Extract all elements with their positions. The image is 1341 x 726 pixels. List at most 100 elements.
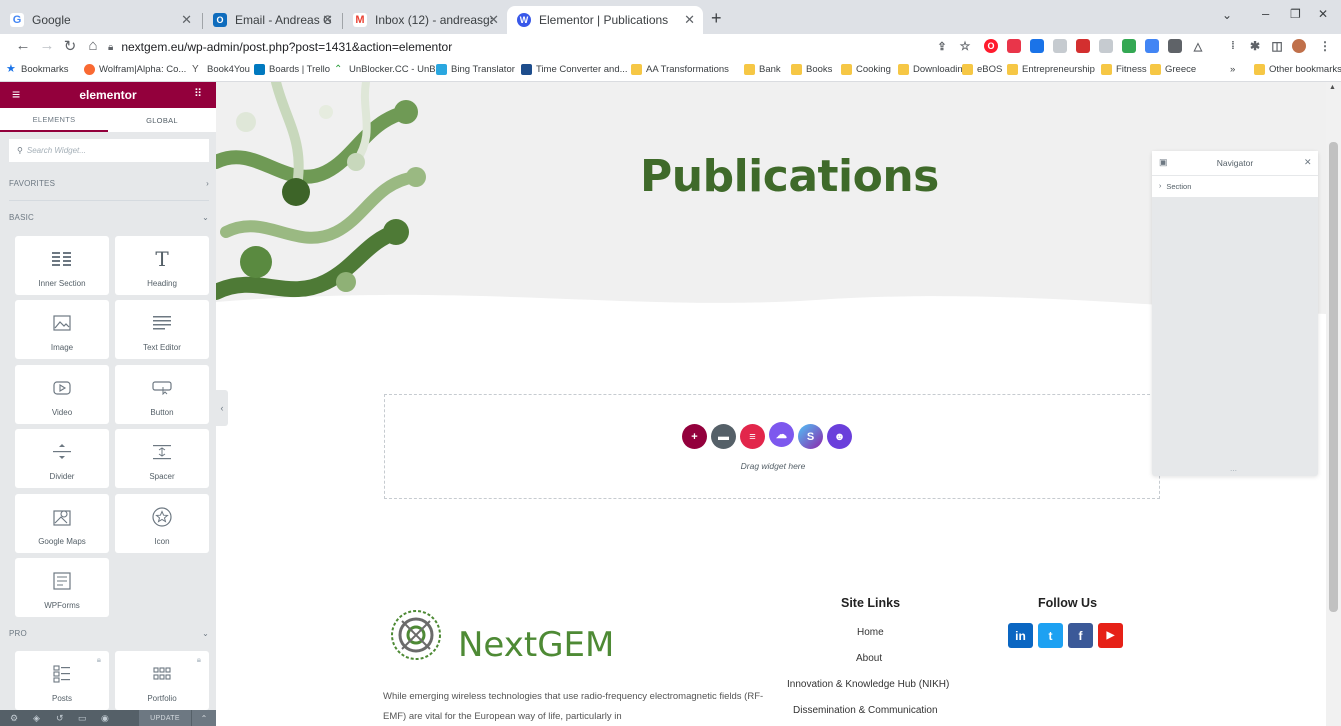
collapse-all-icon[interactable]: ▣ (1159, 157, 1168, 168)
back-arrow-icon[interactable]: ← (14, 37, 32, 54)
widget-spacer[interactable]: Spacer (115, 429, 209, 488)
history-icon[interactable]: ↺ (56, 713, 64, 724)
happy-addons-button[interactable]: ☻ (827, 424, 852, 449)
puzzle-icon[interactable]: ✱ (1248, 39, 1262, 53)
extension-icon[interactable] (1030, 39, 1044, 53)
chevron-up-icon[interactable]: ⌃ (192, 710, 216, 726)
layers-icon[interactable]: ◈ (33, 713, 40, 724)
scroll-up-arrow-icon[interactable]: ▲ (1329, 84, 1336, 91)
bookmark-folder[interactable]: Bank (744, 64, 781, 75)
footer-link-dissemination[interactable]: Dissemination & Communication (793, 705, 938, 716)
navigator-header[interactable]: ▣ Navigator ✕ (1152, 151, 1318, 175)
responsive-icon[interactable]: ▭ (78, 713, 87, 724)
tab-gmail[interactable]: M Inbox (12) - andreasgavrielides4 ✕ (343, 6, 507, 34)
close-tab-icon[interactable]: ✕ (684, 12, 695, 28)
extension-icon[interactable] (1145, 39, 1159, 53)
bookmark-folder[interactable]: Books (791, 64, 832, 75)
forward-arrow-icon[interactable]: → (38, 37, 56, 54)
search-input[interactable]: ⚲ Search Widget... (9, 139, 209, 162)
widget-portfolio[interactable]: 🔒︎ Portfolio (115, 651, 209, 710)
bookmarks-manager[interactable]: ★ Bookmarks (6, 64, 69, 76)
footer-link-about[interactable]: About (856, 653, 882, 664)
drop-zone[interactable]: + ▬ ≡ ☁ S ☻ Drag widget here (384, 394, 1160, 499)
drive-extension-icon[interactable]: △ (1191, 39, 1205, 53)
widget-text-editor[interactable]: Text Editor (115, 300, 209, 359)
widget-button[interactable]: Button (115, 365, 209, 424)
tab-google[interactable]: G Google ✕ (0, 6, 200, 34)
page-scrollbar[interactable]: ▲ (1326, 82, 1341, 726)
tab-global[interactable]: GLOBAL (108, 108, 216, 132)
starter-templates-button[interactable]: S (798, 424, 823, 449)
address-bar[interactable]: 🔒︎ nextgem.eu/wp-admin/post.php?post=143… (108, 37, 928, 57)
facebook-icon[interactable]: f (1068, 623, 1093, 648)
share-icon[interactable]: ⇪ (935, 39, 949, 53)
bookmark-folder[interactable]: eBOS (962, 64, 1002, 75)
preview-eye-icon[interactable]: ◉ (101, 713, 109, 724)
widgets-grid-icon[interactable]: ⠿ (194, 87, 202, 100)
cloud-templates-button[interactable]: ☁ (769, 422, 794, 447)
collapse-panel-handle[interactable]: ‹ (216, 390, 228, 426)
widget-posts[interactable]: 🔒︎ Posts (15, 651, 109, 710)
bookmark-bing-translator[interactable]: Bing Translator (436, 64, 515, 75)
youtube-icon[interactable]: ▶ (1098, 623, 1123, 648)
category-basic[interactable]: BASIC ⌄ (9, 207, 209, 227)
home-icon[interactable]: ⌂ (84, 37, 102, 54)
opera-extension-icon[interactable]: O (984, 39, 998, 53)
page-title[interactable]: Publications (640, 151, 939, 202)
close-tab-icon[interactable]: ✕ (488, 12, 499, 28)
navigator-item-section[interactable]: › Section (1152, 175, 1318, 197)
bookmark-unblocker[interactable]: ⌃ UnBlocker.CC - UnB... (334, 64, 444, 75)
widget-google-maps[interactable]: Google Maps (15, 494, 109, 553)
settings-gear-icon[interactable]: ⚙ (10, 713, 18, 724)
reload-icon[interactable]: ↻ (61, 37, 79, 55)
extension-icon[interactable] (1099, 39, 1113, 53)
bookmark-folder[interactable]: AA Transformations (631, 64, 729, 75)
tab-elements[interactable]: ELEMENTS (0, 108, 108, 132)
resize-handle[interactable]: ⋯ (1230, 467, 1237, 475)
bookmark-wolfram[interactable]: Wolfram|Alpha: Co... (84, 64, 186, 75)
extension-icon[interactable] (1168, 39, 1182, 53)
bookmark-book4you[interactable]: Y Book4You (192, 64, 250, 75)
restore-button[interactable]: ❐ (1290, 7, 1301, 21)
close-window-button[interactable]: ✕ (1318, 7, 1328, 21)
tab-outlook[interactable]: O Email - Andreas Gavrielides - Out ✕ (203, 6, 341, 34)
bookmark-time-converter[interactable]: Time Converter and... (521, 64, 628, 75)
footer-link-home[interactable]: Home (857, 627, 884, 638)
twitter-icon[interactable]: t (1038, 623, 1063, 648)
bookmark-folder[interactable]: Downloading (898, 64, 968, 75)
close-tab-icon[interactable]: ✕ (322, 12, 333, 28)
bookmark-folder[interactable]: Greece (1150, 64, 1196, 75)
profile-avatar[interactable] (1292, 39, 1306, 53)
add-section-button[interactable]: + (682, 424, 707, 449)
evernote-extension-icon[interactable] (1122, 39, 1136, 53)
widget-divider[interactable]: Divider (15, 429, 109, 488)
bookmark-folder[interactable]: Entrepreneurship (1007, 64, 1095, 75)
tab-elementor[interactable]: W Elementor | Publications ✕ (507, 6, 703, 34)
bookmark-folder[interactable]: Fitness (1101, 64, 1147, 75)
minimize-button[interactable]: – (1262, 6, 1269, 21)
widget-inner-section[interactable]: Inner Section (15, 236, 109, 295)
pocket-extension-icon[interactable] (1007, 39, 1021, 53)
tab-search-button[interactable]: ⌄ (1222, 8, 1232, 22)
side-panel-icon[interactable]: ◫ (1270, 39, 1284, 53)
new-tab-button[interactable]: + (711, 8, 722, 29)
close-icon[interactable]: ✕ (1304, 157, 1312, 168)
envato-kit-button[interactable]: ≡ (740, 424, 765, 449)
add-template-button[interactable]: ▬ (711, 424, 736, 449)
widget-wpforms[interactable]: WPForms (15, 558, 109, 617)
category-pro[interactable]: PRO ⌄ (9, 623, 209, 643)
close-tab-icon[interactable]: ✕ (181, 12, 192, 28)
category-favorites[interactable]: FAVORITES › (9, 173, 209, 201)
pdf-extension-icon[interactable] (1076, 39, 1090, 53)
widget-heading[interactable]: T Heading (115, 236, 209, 295)
extension-icon[interactable] (1053, 39, 1067, 53)
extension-icon[interactable]: ⁞ (1226, 39, 1240, 53)
widget-video[interactable]: Video (15, 365, 109, 424)
bookmark-other[interactable]: Other bookmarks (1254, 64, 1341, 75)
footer-link-nikh[interactable]: Innovation & Knowledge Hub (NIKH) (787, 679, 949, 690)
bookmarks-overflow-button[interactable]: » (1230, 64, 1235, 75)
linkedin-icon[interactable]: in (1008, 623, 1033, 648)
menu-icon[interactable]: ⋮ (1318, 39, 1332, 53)
widget-image[interactable]: Image (15, 300, 109, 359)
widget-icon[interactable]: Icon (115, 494, 209, 553)
